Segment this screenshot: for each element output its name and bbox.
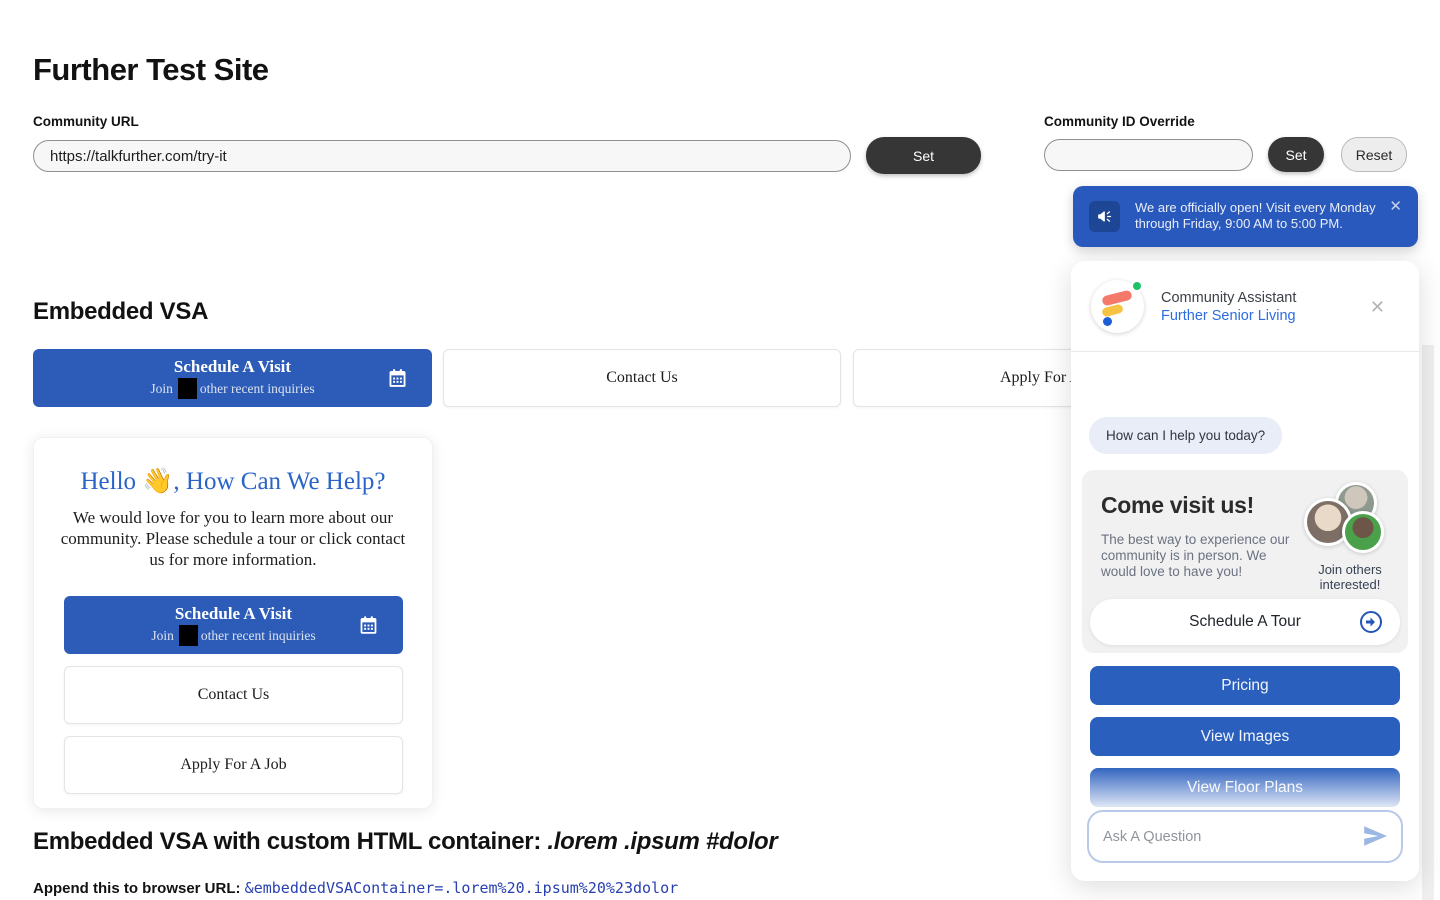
view-images-button[interactable]: View Images [1090, 717, 1400, 756]
redacted-count [179, 625, 198, 646]
come-visit-card: Come visit us! The best way to experienc… [1082, 470, 1408, 653]
card-schedule-visit-title: Schedule A Visit [151, 604, 315, 624]
assistant-title: Community Assistant [1161, 290, 1296, 306]
calendar-icon [358, 615, 379, 636]
ask-question-input[interactable] [1103, 812, 1343, 861]
chat-close-icon[interactable]: ✕ [1370, 297, 1385, 318]
community-id-input[interactable] [1044, 139, 1253, 171]
schedule-visit-subtitle: Joinother recent inquiries [150, 378, 314, 399]
chat-header: Community Assistant Further Senior Livin… [1071, 261, 1419, 352]
append-url-code: &embeddedVSAContainer=.lorem%20.ipsum%20… [245, 879, 678, 897]
visit-card-title: Come visit us! [1101, 492, 1254, 519]
join-others-caption: Join others interested! [1300, 562, 1400, 592]
calendar-icon [387, 368, 408, 389]
embedded-vsa-heading: Embedded VSA [33, 298, 208, 326]
schedule-visit-button[interactable]: Schedule A Visit Joinother recent inquir… [33, 349, 432, 407]
redacted-count [178, 378, 197, 399]
online-status-dot [1131, 280, 1143, 292]
community-id-label: Community ID Override [1044, 114, 1195, 129]
assistant-avatar [1091, 280, 1144, 333]
community-id-reset-button[interactable]: Reset [1341, 137, 1407, 172]
page-scrollbar[interactable] [1422, 345, 1434, 900]
custom-container-heading: Embedded VSA with custom HTML container:… [33, 828, 777, 856]
schedule-tour-button[interactable]: Schedule A Tour [1090, 599, 1400, 645]
schedule-visit-title: Schedule A Visit [150, 357, 314, 377]
contact-us-button[interactable]: Contact Us [443, 349, 841, 407]
custom-container-selectors: .lorem .ipsum #dolor [547, 828, 777, 855]
append-url-line: Append this to browser URL: &embeddedVSA… [33, 879, 678, 897]
card-apply-job-button[interactable]: Apply For A Job [64, 736, 403, 794]
banner-close-icon[interactable]: ✕ [1389, 197, 1402, 215]
community-link[interactable]: Further Senior Living [1161, 308, 1296, 324]
visit-card-body: The best way to experience our community… [1101, 532, 1301, 580]
view-floor-plans-button[interactable]: View Floor Plans [1090, 768, 1400, 807]
logo-dot [1103, 317, 1112, 326]
page: Further Test Site Community URL Set Comm… [0, 0, 1440, 900]
announcement-banner: We are officially open! Visit every Mond… [1073, 186, 1418, 247]
card-schedule-visit-subtitle: Joinother recent inquiries [151, 625, 315, 646]
chat-widget: Community Assistant Further Senior Livin… [1071, 261, 1419, 881]
pricing-button[interactable]: Pricing [1090, 666, 1400, 705]
community-url-label: Community URL [33, 114, 139, 129]
megaphone-icon [1096, 208, 1113, 225]
community-url-input[interactable] [33, 140, 851, 172]
assistant-greeting-bubble: How can I help you today? [1089, 417, 1282, 454]
community-url-set-button[interactable]: Set [866, 137, 981, 174]
vsa-hello-card: Hello 👋, How Can We Help? We would love … [33, 437, 433, 809]
send-icon[interactable] [1359, 822, 1391, 852]
logo-bar-middle [1101, 304, 1124, 318]
arrow-circle-right-icon [1359, 610, 1383, 634]
announcement-text: We are officially open! Visit every Mond… [1135, 200, 1385, 232]
community-id-set-button[interactable]: Set [1268, 137, 1324, 172]
card-contact-us-button[interactable]: Contact Us [64, 666, 403, 724]
avatar-photo [1342, 511, 1384, 553]
hello-body: We would love for you to learn more abou… [57, 507, 409, 570]
hello-heading: Hello 👋, How Can We Help? [34, 467, 432, 496]
megaphone-icon-box [1089, 201, 1120, 232]
card-schedule-visit-button[interactable]: Schedule A Visit Joinother recent inquir… [64, 596, 403, 654]
page-title: Further Test Site [33, 52, 269, 88]
question-input-container [1087, 810, 1403, 863]
